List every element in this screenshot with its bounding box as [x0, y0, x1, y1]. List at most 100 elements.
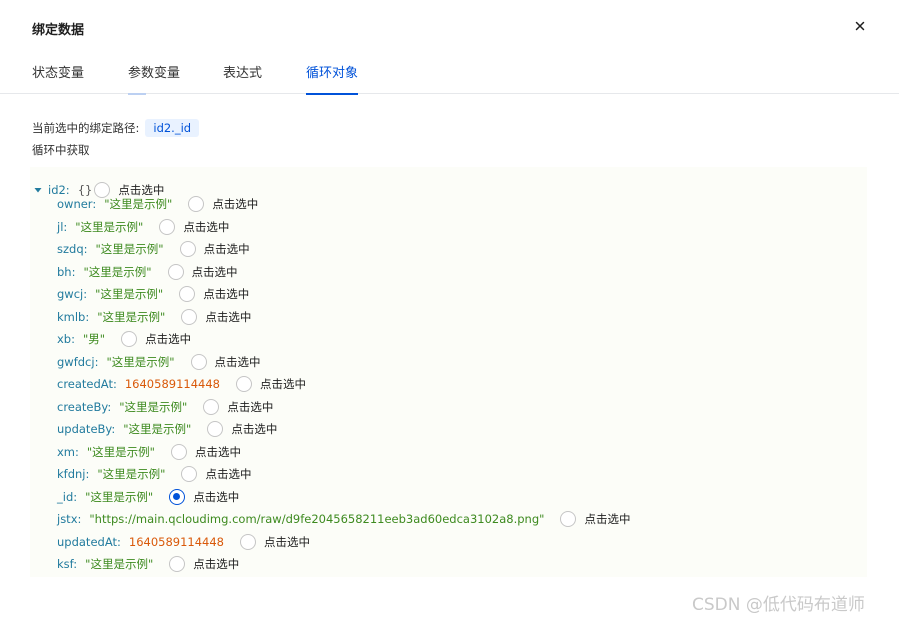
select-radio[interactable] — [207, 421, 224, 437]
select-label[interactable]: 点击选中 — [584, 511, 630, 527]
select-label[interactable]: 点击选中 — [193, 489, 239, 505]
select-radio[interactable] — [169, 556, 186, 572]
tab-underline — [306, 93, 359, 95]
tree-item-key: updatedAt: — [57, 534, 121, 549]
select-label[interactable]: 点击选中 — [192, 264, 238, 280]
dialog-header: 绑定数据 — [0, 0, 899, 50]
tree-item-row: gwfdcj: "这里是示例" 点击选中 — [57, 353, 261, 371]
select-radio[interactable] — [181, 308, 198, 325]
tree-item-value: "这里是示例" — [97, 309, 166, 324]
tree-item-row: kmlb: "这里是示例" 点击选中 — [57, 308, 251, 326]
tree-item-value: "这里是示例" — [123, 422, 192, 436]
select-label[interactable]: 点击选中 — [205, 309, 251, 325]
tree-item-value: "https://main.qcloudimg.com/raw/d9fe2045… — [89, 512, 545, 526]
tree-item-key: gwcj: — [57, 287, 88, 301]
tree-item-key: _id: — [57, 489, 78, 504]
tab-loop-object[interactable]: 循环对象 — [306, 62, 359, 95]
tab-label: 表达式 — [223, 66, 263, 81]
tree-item-value: "这里是示例" — [95, 287, 164, 301]
tab-underline — [223, 93, 262, 95]
tree-item-row: owner: "这里是示例" 点击选中 — [57, 195, 258, 213]
tree-item-row: updatedAt: 1640589114448 点击选中 — [57, 533, 310, 551]
tree-item-row: szdq: "这里是示例" 点击选中 — [57, 240, 250, 258]
select-label[interactable]: 点击选中 — [183, 219, 229, 235]
tree-item-row: jstx: "https://main.qcloudimg.com/raw/d9f… — [57, 510, 630, 528]
tab-expression[interactable]: 表达式 — [223, 62, 262, 94]
tree-item-key: jl: — [57, 219, 68, 234]
tree-item-key: szdq: — [57, 242, 88, 256]
tree-item-key: xb: — [57, 332, 75, 346]
select-radio[interactable] — [179, 241, 196, 257]
select-label[interactable]: 点击选中 — [227, 399, 273, 415]
select-label[interactable]: 点击选中 — [195, 444, 241, 460]
select-label[interactable]: 点击选中 — [212, 196, 258, 212]
select-radio[interactable] — [235, 376, 252, 392]
tree-item-row: createBy: "这里是示例" 点击选中 — [57, 398, 273, 416]
select-radio[interactable] — [560, 511, 577, 527]
select-radio[interactable] — [170, 443, 187, 460]
tree-item-value: "这里是示例" — [86, 444, 155, 459]
select-label[interactable]: 点击选中 — [260, 376, 306, 392]
select-radio[interactable] — [121, 331, 138, 347]
select-label[interactable]: 点击选中 — [205, 466, 251, 482]
tree-item-value: "这里是示例" — [95, 242, 164, 256]
binding-path-label: 当前选中的绑定路径: — [32, 121, 140, 135]
tree-item-row: xm: "这里是示例" 点击选中 — [57, 443, 241, 461]
tree-item-key: gwfdcj: — [57, 354, 99, 369]
select-label[interactable]: 点击选中 — [264, 534, 310, 550]
dialog-title: 绑定数据 — [32, 23, 85, 38]
tree-item-key: owner: — [57, 197, 97, 211]
tree-item-row: bh: "这里是示例" 点击选中 — [57, 263, 238, 281]
tree-item-row: createdAt: 1640589114448 点击选中 — [57, 375, 306, 393]
select-label[interactable]: 点击选中 — [145, 331, 191, 347]
tree-item-value: 1640589114448 — [124, 377, 220, 391]
select-radio[interactable] — [240, 533, 256, 550]
tab-state-variables[interactable]: 状态变量 — [32, 62, 84, 94]
select-radio[interactable] — [167, 263, 184, 280]
tree-item-key: createdAt: — [57, 377, 117, 391]
select-radio[interactable] — [179, 286, 196, 302]
tab-underline — [32, 93, 84, 95]
tree-item-value: 1640589114448 — [128, 534, 224, 549]
select-label[interactable]: 点击选中 — [204, 241, 250, 257]
tree-item-value: "这里是示例" — [85, 557, 154, 571]
tree-item-key: kmlb: — [57, 309, 90, 324]
select-label[interactable]: 点击选中 — [215, 354, 261, 370]
tree-item-value: "这里是示例" — [97, 467, 166, 481]
select-radio[interactable] — [190, 353, 207, 370]
caret-down-icon[interactable] — [32, 184, 44, 196]
tree-item-value: "这里是示例" — [85, 489, 154, 504]
tree-item-key: ksf: — [57, 557, 78, 571]
tree-item-key: bh: — [57, 264, 76, 279]
tab-label: 状态变量 — [32, 66, 85, 81]
tree-item-key: kfdnj: — [57, 467, 90, 481]
tree-item-row: kfdnj: "这里是示例" 点击选中 — [57, 465, 251, 483]
select-label[interactable]: 点击选中 — [203, 286, 249, 302]
tab-underline — [128, 93, 147, 95]
tree-item-value: "这里是示例" — [119, 399, 188, 414]
select-label[interactable]: 点击选中 — [193, 556, 239, 572]
tree-item-row: jl: "这里是示例" 点击选中 — [57, 218, 229, 236]
tree-item-row: gwcj: "这里是示例" 点击选中 — [57, 285, 249, 303]
tree-item-key: jstx: — [57, 512, 82, 526]
select-radio[interactable] — [188, 196, 205, 212]
tree-item-value: "男" — [82, 332, 106, 346]
select-radio[interactable] — [159, 218, 176, 235]
select-radio[interactable] — [169, 488, 186, 505]
close-icon[interactable] — [852, 18, 868, 34]
tree-item-key: createBy: — [57, 399, 112, 414]
tab-label: 循环对象 — [306, 66, 359, 81]
tree-item-row: updateBy: "这里是示例" 点击选中 — [57, 420, 277, 438]
binding-path-tag: id2._id — [145, 119, 200, 137]
select-radio[interactable] — [203, 398, 220, 415]
tab-parameter-variables[interactable]: 参数变量 — [128, 62, 180, 95]
select-radio[interactable] — [181, 466, 198, 482]
tree-item-value: "这里是示例" — [83, 264, 152, 279]
tree-item-value: "这里是示例" — [75, 219, 144, 234]
tree-item-row: xb: "男" 点击选中 — [57, 330, 191, 348]
binding-path-row: 当前选中的绑定路径: id2._id — [32, 118, 200, 138]
select-label[interactable]: 点击选中 — [231, 421, 277, 437]
tree-item-key: xm: — [57, 444, 79, 459]
tree-item-row: ksf: "这里是示例" 点击选中 — [57, 555, 239, 573]
tab-bar: 状态变量 参数变量 表达式 循环对象 — [0, 50, 899, 95]
